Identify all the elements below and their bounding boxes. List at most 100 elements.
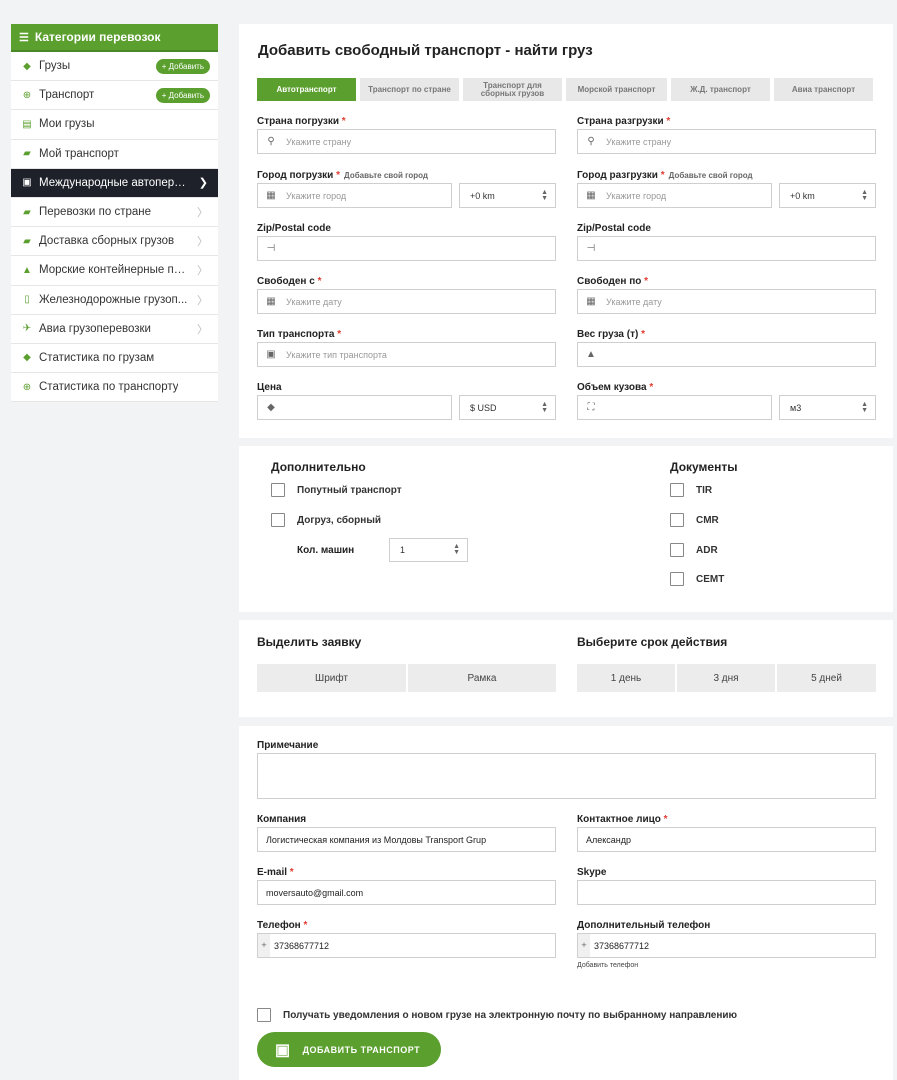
sidebar-item-domestic[interactable]: ▰ Перевозки по стране 〉 [11, 198, 218, 228]
sidebar-item-international[interactable]: ▣ Международные автопере... ❯ [11, 168, 218, 198]
checkbox[interactable] [271, 513, 285, 527]
doc-cmr[interactable]: CMR [670, 513, 719, 527]
unload-city-input[interactable]: ▦ Укажите город [577, 183, 772, 208]
weight-label: Вес груза (т) * [577, 329, 645, 340]
add-transport-button[interactable]: + Добавить [155, 88, 210, 104]
chevron-right-icon: 〉 [197, 323, 208, 336]
transport-type-input[interactable]: ▣ Укажите тип транспорта [257, 342, 556, 367]
load-country-input[interactable]: ⚲ Укажите страну [257, 129, 556, 154]
doc-adr[interactable]: ADR [670, 543, 718, 557]
sidebar-item-label: Доставка сборных грузов [39, 235, 175, 248]
add-city-link[interactable]: Добавьте свой город [344, 171, 428, 180]
term-1-day-button[interactable]: 1 день [577, 664, 675, 692]
tab-domestic[interactable]: Транспорт по стране [360, 78, 459, 101]
free-to-input[interactable]: ▦ Укажите дату [577, 289, 876, 314]
signpost-icon: ⊣ [586, 243, 596, 254]
load-city-label: Город погрузки * Добавьте свой город [257, 170, 428, 181]
phone-input[interactable]: +37368677712 [257, 933, 556, 958]
sidebar-item-label: Перевозки по стране [39, 206, 151, 219]
vehicles-select[interactable]: 1 ▲ ▼ [389, 538, 468, 562]
sidebar-item-rail[interactable]: ▯ Железнодорожные грузоп... 〉 [11, 286, 218, 315]
notify-checkbox[interactable]: Получать уведомления о новом грузе на эл… [257, 1008, 737, 1022]
sidebar-item-cargo[interactable]: ◆ Грузы + Добавить [11, 52, 218, 82]
sidebar-item-transport[interactable]: ⊕ Транспорт + Добавить [11, 81, 218, 111]
plane-icon: ✈ [22, 323, 32, 335]
unload-radius-select[interactable]: +0 km ▲ ▼ [779, 183, 876, 208]
truck-front-icon: ▣ [22, 177, 32, 189]
doc-cemt[interactable]: CEMT [670, 572, 724, 586]
stepper-icon: ▲ ▼ [861, 400, 868, 414]
train-icon: ▯ [24, 294, 30, 306]
sidebar-item-sea[interactable]: ▲ Морские контейнерные пе... 〉 [11, 256, 218, 286]
email-field[interactable]: moversauto@gmail.com [257, 880, 556, 905]
checkbox[interactable] [670, 483, 684, 497]
highlight-panel: Выделить заявку Шрифт Рамка Выберите сро… [239, 620, 893, 717]
calendar-icon: ▦ [266, 296, 276, 307]
option-return-transport[interactable]: Попутный транспорт [271, 483, 402, 497]
price-input[interactable]: ◆ [257, 395, 452, 420]
skype-label: Skype [577, 867, 607, 878]
phone2-input[interactable]: +37368677712 [577, 933, 876, 958]
cubes-icon: ◆ [23, 352, 31, 364]
add-transport-submit-button[interactable]: ▣ ДОБАВИТЬ ТРАНСПОРТ [257, 1032, 441, 1067]
chevron-right-icon: 〉 [197, 236, 208, 249]
tab-road[interactable]: Автотранспорт [257, 78, 356, 101]
contact-person-input[interactable]: Александр [577, 827, 876, 852]
volume-input[interactable]: ⛶ [577, 395, 772, 420]
chevron-right-icon: 〉 [197, 207, 208, 220]
checkbox[interactable] [670, 543, 684, 557]
checkbox[interactable] [670, 513, 684, 527]
term-3-days-button[interactable]: 3 дня [677, 664, 775, 692]
documents-title: Документы [670, 460, 738, 474]
highlight-font-button[interactable]: Шрифт [257, 664, 406, 692]
load-country-label: Страна погрузки * [257, 116, 346, 127]
volume-label: Объем кузова * [577, 382, 654, 393]
sidebar-header-label: Категории перевозок [34, 30, 161, 44]
volume-unit-select[interactable]: м3 ▲ ▼ [779, 395, 876, 420]
sidebar-item-air[interactable]: ✈ Авиа грузоперевозки 〉 [11, 315, 218, 344]
load-zip-label: Zip/Postal code [257, 223, 331, 234]
unload-country-input[interactable]: ⚲ Укажите страну [577, 129, 876, 154]
checkbox[interactable] [257, 1008, 271, 1022]
sidebar-item-label: Морские контейнерные пе... [39, 264, 189, 277]
load-zip-input[interactable]: ⊣ [257, 236, 556, 261]
load-radius-select[interactable]: +0 km ▲ ▼ [459, 183, 556, 208]
option-groupage[interactable]: Догруз, сборный [271, 513, 381, 527]
checkbox[interactable] [271, 483, 285, 497]
tab-groupage[interactable]: Транспорт для сборных грузов [463, 78, 562, 101]
phone-prefix: + [258, 934, 270, 957]
note-label: Примечание [257, 740, 319, 751]
term-5-days-button[interactable]: 5 дней [777, 664, 876, 692]
free-to-label: Свободен по * [577, 276, 649, 287]
expand-icon: ⛶ [587, 402, 595, 413]
highlight-frame-button[interactable]: Рамка [408, 664, 556, 692]
doc-tir[interactable]: TIR [670, 483, 712, 497]
add-phone-link[interactable]: Добавить телефон [577, 962, 638, 969]
map-pin-icon: ⚲ [587, 136, 595, 147]
sidebar-item-cargo-stats[interactable]: ◆ Статистика по грузам [11, 344, 218, 374]
truck-icon: ▰ [23, 235, 31, 247]
sidebar-item-transport-stats[interactable]: ⊕ Статистика по транспорту [11, 373, 218, 403]
weight-input[interactable]: ▲ [577, 342, 876, 367]
add-city-link[interactable]: Добавьте свой город [669, 171, 753, 180]
sidebar-item-groupage[interactable]: ▰ Доставка сборных грузов 〉 [11, 227, 218, 257]
load-city-input[interactable]: ▦ Укажите город [257, 183, 452, 208]
extras-title: Дополнительно [271, 460, 366, 474]
tab-rail[interactable]: Ж.Д. транспорт [671, 78, 770, 101]
transport-type-label: Тип транспорта * [257, 329, 342, 340]
tab-sea[interactable]: Морской транспорт [566, 78, 667, 101]
unload-zip-input[interactable]: ⊣ [577, 236, 876, 261]
tab-air[interactable]: Авиа транспорт [774, 78, 873, 101]
add-cargo-button[interactable]: + Добавить [155, 59, 210, 74]
checkbox[interactable] [670, 572, 684, 586]
globe-icon: ⊕ [22, 381, 32, 393]
free-from-input[interactable]: ▦ Укажите дату [257, 289, 556, 314]
currency-select[interactable]: $ USD ▲ ▼ [459, 395, 556, 420]
tag-icon: ◆ [267, 402, 275, 413]
skype-input[interactable] [577, 880, 876, 905]
chevron-right-icon: 〉 [197, 294, 208, 307]
company-input[interactable]: Логистическая компания из Молдовы Transp… [257, 827, 556, 852]
note-textarea[interactable] [257, 753, 876, 799]
sidebar-item-my-transport[interactable]: ▰ Мой транспорт [11, 140, 218, 169]
sidebar-item-my-cargo[interactable]: ▤ Мои грузы [11, 110, 218, 140]
